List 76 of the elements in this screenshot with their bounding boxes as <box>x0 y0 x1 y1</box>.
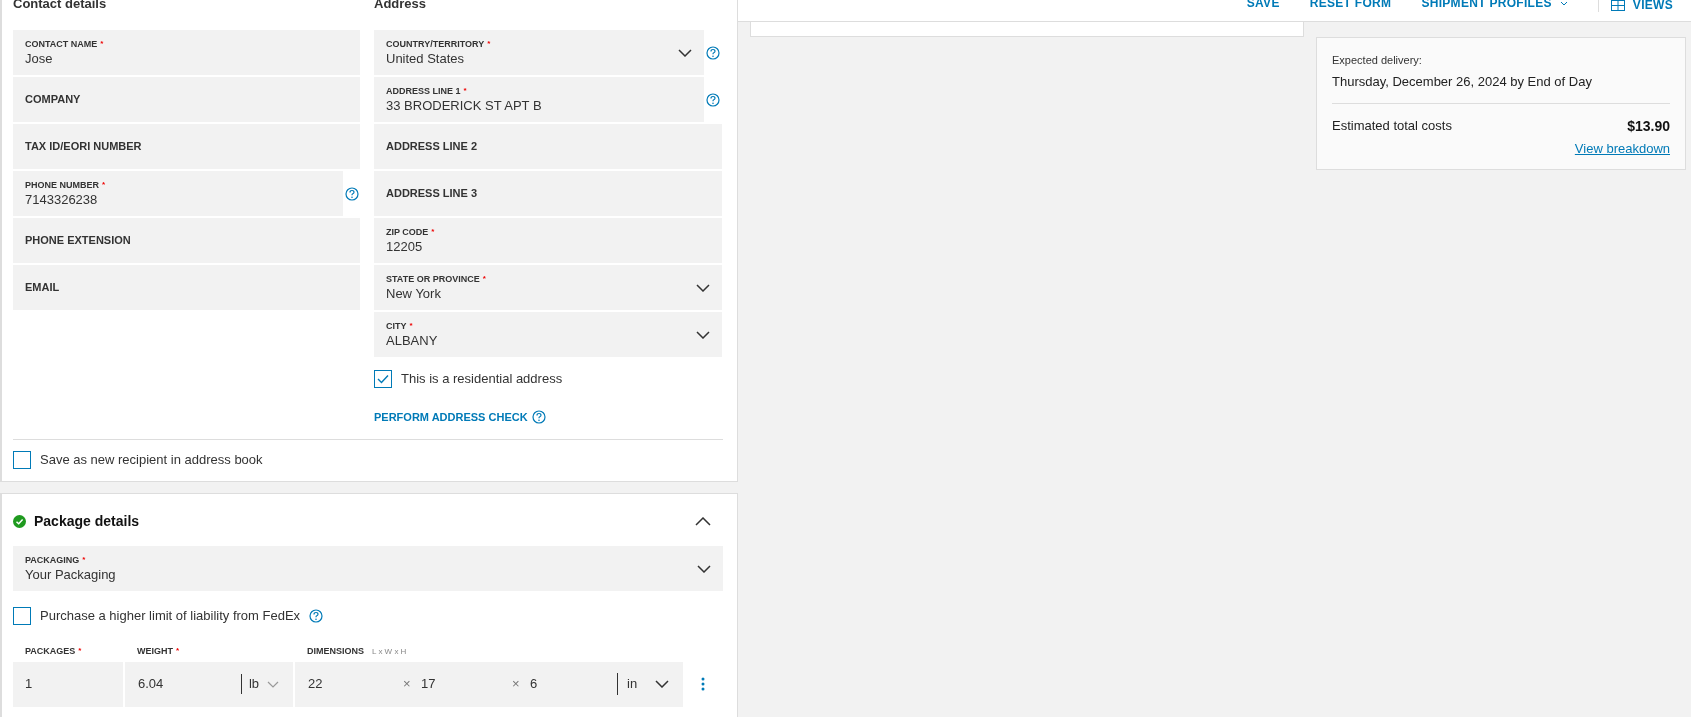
unit-select[interactable]: in <box>617 673 670 695</box>
input-field[interactable]: 17 <box>421 674 512 694</box>
total-label: Estimated total costs <box>1332 117 1452 135</box>
column-header: WEIGHT * <box>137 644 180 658</box>
input-field[interactable]: ZIP CODE * 12205 <box>374 218 722 263</box>
field-label: COUNTRY/TERRITORY * <box>386 38 492 50</box>
check-icon <box>377 373 389 384</box>
chevron-up-icon <box>695 516 711 526</box>
select-field[interactable]: COUNTRY/TERRITORY * United States <box>374 30 704 75</box>
field-value: 7143326238 <box>25 191 99 208</box>
input-field[interactable]: ADDRESS LINE 2 <box>374 124 722 169</box>
checkbox[interactable] <box>374 369 392 388</box>
chevron-down-icon <box>697 564 711 573</box>
section-title: Package details <box>34 511 140 531</box>
field-label: PACKAGING * <box>25 554 87 566</box>
chevron-down-icon <box>696 283 710 292</box>
field-label: ADDRESS LINE 1 * <box>386 85 468 97</box>
chevron-down-icon <box>678 48 692 57</box>
input-field[interactable]: ADDRESS LINE 1 * 33 BRODERICK ST APT B <box>374 77 704 122</box>
column-hint: L x W x H <box>372 645 407 658</box>
checkbox-label: Purchase a higher limit of liability from FedEx <box>40 607 301 625</box>
field-value: United States <box>386 50 466 67</box>
grid-icon <box>1610 0 1625 11</box>
checkbox-label: This is a residential address <box>401 370 563 388</box>
input-field[interactable]: COMPANY <box>13 77 360 122</box>
input-field[interactable]: TAX ID/EORI NUMBER <box>13 124 360 169</box>
field-value: 33 BRODERICK ST APT B <box>386 97 543 114</box>
views-button[interactable]: VIEWS <box>1597 0 1673 12</box>
chevron-down-icon <box>1559 0 1568 6</box>
input-field[interactable]: 6 <box>530 674 617 694</box>
help-icon <box>309 608 324 623</box>
input-field[interactable]: PHONE NUMBER * 7143326238 <box>13 171 343 216</box>
chevron-down-icon <box>267 680 279 688</box>
field-label: ADDRESS LINE 3 <box>386 186 479 202</box>
field-label: EMAIL <box>25 280 61 296</box>
input-field[interactable]: EMAIL <box>13 265 360 310</box>
field-label: TAX ID/EORI NUMBER <box>25 139 143 155</box>
input-field[interactable]: CONTACT NAME * Jose <box>13 30 360 75</box>
help-icon <box>531 409 546 424</box>
more-options-icon <box>701 677 705 691</box>
field-value: 12205 <box>386 238 424 255</box>
checkbox[interactable] <box>13 450 31 469</box>
checkbox[interactable] <box>13 606 31 625</box>
checkbox-label: Save as new recipient in address book <box>40 451 263 469</box>
field-label: CONTACT NAME * <box>25 38 105 50</box>
chevron-down-icon <box>696 330 710 339</box>
unit-select[interactable]: lb <box>240 674 293 694</box>
delivery-label: Expected delivery: <box>1332 53 1423 68</box>
select-field[interactable]: PACKAGING * Your Packaging <box>13 546 723 591</box>
column-header: DIMENSIONS <box>307 644 364 658</box>
field-value: Your Packaging <box>25 566 117 583</box>
field-label: CITY * <box>386 320 414 332</box>
field-label: STATE OR PROVINCE * <box>386 273 487 285</box>
field-label: ADDRESS LINE 2 <box>386 139 479 155</box>
field-label: PHONE EXTENSION <box>25 233 132 249</box>
field-label: ZIP CODE * <box>386 226 436 238</box>
separator: × <box>403 675 412 694</box>
input-field[interactable]: PHONE EXTENSION <box>13 218 360 263</box>
field-label: COMPANY <box>25 92 82 108</box>
column-header: PACKAGES * <box>25 644 82 658</box>
total-value: $13.90 <box>1627 117 1670 136</box>
delivery-date: Thursday, December 26, 2024 by End of Day <box>1332 72 1593 91</box>
input-field[interactable]: ADDRESS LINE 3 <box>374 171 722 216</box>
select-field[interactable]: CITY * ALBANY <box>374 312 722 357</box>
address-check-link[interactable]: PERFORM ADDRESS CHECK <box>374 408 528 425</box>
input-field[interactable]: 1 <box>13 661 123 707</box>
select-field[interactable]: STATE OR PROVINCE * New York <box>374 265 722 310</box>
field-value: New York <box>386 285 442 302</box>
input-field[interactable]: 22 <box>308 674 403 694</box>
field-label: PHONE NUMBER * <box>25 179 107 191</box>
field-value: ALBANY <box>386 332 439 349</box>
chevron-down-icon <box>655 680 670 688</box>
separator: × <box>512 675 521 694</box>
input-field[interactable]: 6.04 <box>125 674 241 694</box>
breakdown-link[interactable]: View breakdown <box>1574 139 1670 159</box>
field-value: Jose <box>25 50 54 67</box>
